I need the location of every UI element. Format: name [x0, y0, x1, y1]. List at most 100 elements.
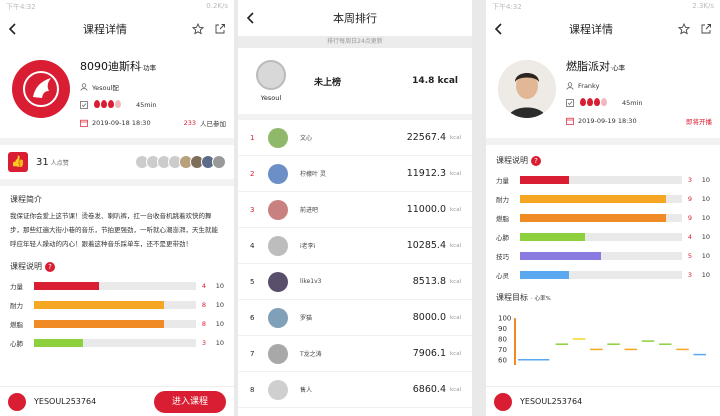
bar-fill [520, 175, 569, 184]
status-bar: 下午4:32 2.3K/s [486, 0, 720, 12]
help-icon[interactable]: ? [45, 261, 55, 272]
bar-max: 10 [215, 338, 224, 347]
desc-title: 课程说明 [10, 262, 42, 271]
course-name: 燃脂派对 [566, 60, 610, 73]
my-name: Yesoul [260, 94, 282, 102]
rank-kcal: 11000.0 [406, 204, 446, 215]
bar-row-3: 心肺 3 10 [10, 333, 224, 352]
bar-max: 10 [701, 213, 710, 222]
bar-fill [520, 194, 666, 203]
bar-track [520, 194, 682, 203]
rank-unit: kcal [450, 206, 462, 213]
rank-unit: kcal [450, 242, 462, 249]
course-datetime: 2019-09-19 18:30 [578, 117, 637, 125]
table-row[interactable]: 3 前进吧 11000.0 kcal [238, 192, 472, 228]
like-suffix: 人点赞 [50, 159, 69, 167]
bar-max: 10 [215, 300, 224, 309]
thumbs-up-icon[interactable]: 👍 [8, 152, 28, 172]
bar-fill [34, 319, 164, 328]
rank-list: 1 文心 22567.4 kcal 2 柠檬叶 灵 11912.3 kcal 3 前进吧 11000… [238, 120, 472, 408]
rank-kcal: 11912.3 [406, 168, 446, 179]
table-row[interactable]: 5 like1v3 8513.8 kcal [238, 264, 472, 300]
bar-fill [520, 232, 585, 241]
rank-unit: kcal [450, 314, 462, 321]
top-nav: 课程详情 [486, 12, 720, 46]
yesoul-logo-icon [494, 392, 512, 411]
rank-number: 5 [250, 277, 255, 286]
avatar [268, 271, 288, 292]
back-arrow-icon[interactable] [8, 23, 18, 35]
bar-fill [34, 300, 164, 309]
rank-user-name: 前进吧 [300, 207, 319, 214]
rank-user-name: 售人 [300, 387, 313, 394]
ranking-panel: 本周排行 排行每周日24点更新 Yesoul 未上榜 14.8 kcal 1 文心… [238, 0, 472, 416]
bottom-bar: YESOUL253764 进入课程 [0, 386, 234, 416]
bar-label: 耐力 [496, 195, 509, 204]
table-row[interactable]: 6 罗猫 8000.0 kcal [238, 300, 472, 336]
avatar [268, 163, 288, 184]
my-rank: Yesoul 未上榜 14.8 kcal [238, 48, 472, 120]
rank-unit: kcal [450, 170, 462, 177]
bar-label: 力量 [496, 176, 509, 185]
rank-number: 6 [250, 313, 255, 322]
avatar [212, 155, 226, 169]
likes-row: 👍 31 人点赞 [0, 145, 234, 179]
bar-value: 3 [687, 175, 693, 184]
bar-value: 4 [201, 281, 207, 290]
bar-fill [34, 338, 83, 347]
course-type: ·心率 [610, 64, 626, 72]
y-tick-label: 80 [498, 336, 507, 344]
enter-course-button[interactable]: 进入课程 [154, 390, 226, 413]
y-tick-label: 90 [498, 325, 507, 333]
share-icon[interactable] [700, 23, 712, 35]
yesoul-logo-icon [8, 392, 26, 411]
device-name: YESOUL253764 [34, 397, 97, 406]
course-detail-panel-right: 下午4:32 2.3K/s 课程详情 燃脂派对·心率 Franky 45min … [486, 0, 720, 416]
y-tick-label: 70 [498, 346, 507, 354]
check-icon [566, 99, 574, 107]
course-header: 燃脂派对·心率 Franky 45min 2019-09-19 18:30 即将… [486, 46, 720, 138]
page-title: 本周排行 [333, 12, 377, 25]
rank-unit: kcal [450, 386, 462, 393]
bar-track [34, 281, 196, 290]
bar-track [34, 300, 196, 309]
status-time: 下午4:32 [492, 3, 522, 11]
coach-name: Franky [578, 82, 600, 90]
rank-user-name: T龙之涛 [300, 351, 322, 358]
bar-track [520, 251, 682, 260]
bar-row-1: 耐力 8 10 [10, 295, 224, 314]
intro-title: 课程简介 [10, 195, 42, 204]
unicorn-logo-icon [12, 60, 70, 118]
target-unit: · 心率% [531, 296, 551, 302]
star-icon[interactable] [192, 23, 204, 35]
y-tick-label: 100 [498, 315, 511, 323]
table-row[interactable]: 4 i老李i 10285.4 kcal [238, 228, 472, 264]
bar-value: 3 [201, 338, 207, 347]
avatar [268, 127, 288, 148]
avatar [256, 60, 286, 90]
status-bar: 下午4:32 0.2K/s [0, 0, 234, 12]
back-arrow-icon[interactable] [494, 23, 504, 35]
back-arrow-icon[interactable] [246, 12, 256, 24]
table-row[interactable]: 1 文心 22567.4 kcal [238, 120, 472, 156]
difficulty-drops [580, 98, 608, 108]
update-notice: 排行每周日24点更新 [238, 36, 472, 48]
rank-number: 4 [250, 241, 255, 250]
rank-kcal: 8000.0 [412, 312, 446, 323]
course-duration: 45min [136, 101, 157, 109]
liker-avatars[interactable] [135, 155, 226, 169]
bar-value: 5 [687, 251, 693, 260]
bar-label: 技巧 [496, 252, 509, 261]
table-row[interactable]: 2 柠檬叶 灵 11912.3 kcal [238, 156, 472, 192]
share-icon[interactable] [214, 23, 226, 35]
coach-avatar [498, 60, 556, 118]
status-time: 下午4:32 [6, 3, 36, 11]
bar-label: 燃脂 [10, 320, 23, 329]
table-row[interactable]: 8 售人 6860.4 kcal [238, 372, 472, 408]
bar-label: 心肺 [496, 233, 509, 242]
course-duration: 45min [622, 99, 643, 107]
star-icon[interactable] [678, 23, 690, 35]
bar-label: 心肺 [10, 339, 23, 348]
help-icon[interactable]: ? [531, 155, 541, 166]
table-row[interactable]: 7 T龙之涛 7906.1 kcal [238, 336, 472, 372]
